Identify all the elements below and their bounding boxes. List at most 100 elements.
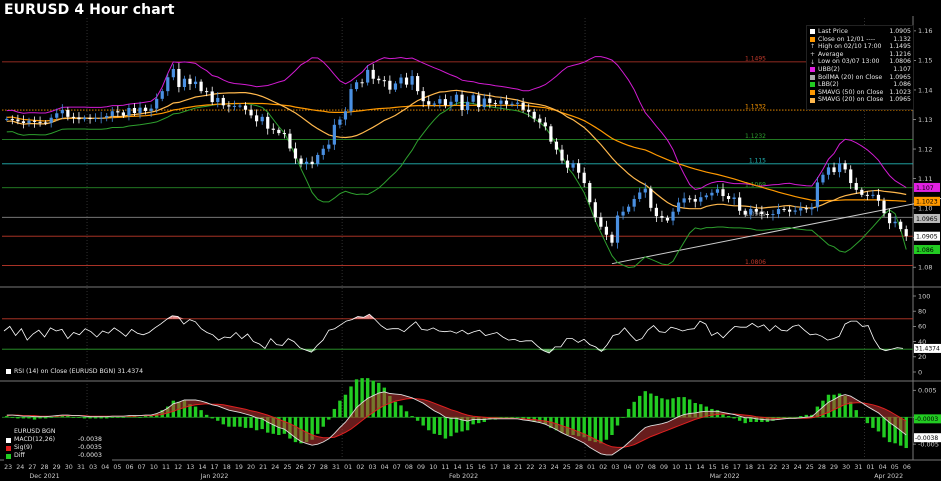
candle-body-141 <box>788 209 792 212</box>
macd-histogram-bar-14 <box>82 417 87 419</box>
candle-body-9 <box>55 113 59 118</box>
x-tick-label-64: 23 <box>781 464 789 471</box>
candle-body-150 <box>837 163 842 173</box>
rsi-line <box>3 313 904 354</box>
price-legend-row: BollMA (20) on Close 1.0965 <box>810 74 911 82</box>
legend-value: -0.0038 <box>78 436 102 443</box>
candle-body-113 <box>632 198 636 207</box>
legend-swatch <box>810 74 815 80</box>
macd-histogram-bar-157 <box>876 417 881 432</box>
macd-histogram-bar-141 <box>787 417 792 418</box>
legend-value: -0.0003 <box>78 452 102 459</box>
candle-body-112 <box>627 206 631 212</box>
candle-body-32 <box>182 78 187 87</box>
candle-body-48 <box>271 128 275 130</box>
candle-body-52 <box>293 148 298 159</box>
x-tick-label-31: 04 <box>381 464 389 471</box>
x-tick-label-35: 10 <box>429 464 437 471</box>
x-tick-label-18: 18 <box>223 464 231 471</box>
macd-histogram-bar-13 <box>77 417 81 418</box>
legend-label: Close on 12/01 ---- <box>818 35 876 43</box>
chart-canvas: 1.14951.13321.12321.1151.10691.09691.080… <box>0 16 941 480</box>
legend-label: LBB(2) <box>818 81 839 89</box>
candle-body-75 <box>421 91 425 102</box>
legend-label: Sig(9) <box>14 444 33 451</box>
macd-legend-row: Diff -0.0003 <box>6 452 110 460</box>
x-tick-label-70: 31 <box>854 464 862 471</box>
candle-body-111 <box>621 211 625 216</box>
x-tick-label-71: 01 <box>866 464 874 471</box>
x-tick-label-8: 04 <box>101 464 109 471</box>
candle-body-54 <box>304 161 309 164</box>
macd-legend-row: MACD(12,26) -0.0038 <box>6 436 110 444</box>
x-tick-label-45: 24 <box>551 464 559 471</box>
candle-body-110 <box>615 215 620 243</box>
x-tick-label-26: 28 <box>320 464 328 471</box>
macd-histogram-bar-58 <box>327 417 331 420</box>
candle-body-158 <box>882 200 886 214</box>
macd-last-tag-label: -0.0038 <box>915 435 938 442</box>
candle-body-71 <box>399 77 403 84</box>
candle-body-144 <box>804 208 808 210</box>
candle-body-96 <box>538 118 542 123</box>
x-tick-label-52: 07 <box>636 464 644 471</box>
macd-histogram-bar-11 <box>66 416 70 418</box>
candle-body-36 <box>205 91 209 93</box>
candle-body-12 <box>71 116 76 118</box>
candle-body-19 <box>110 111 114 116</box>
candle-body-49 <box>277 129 281 134</box>
candle-body-130 <box>726 196 731 199</box>
legend-value: 1.1216 <box>889 50 911 58</box>
x-tick-label-14: 12 <box>174 464 182 471</box>
x-tick-label-61: 18 <box>745 464 753 471</box>
candle-body-159 <box>887 213 892 224</box>
x-tick-label-65: 24 <box>794 464 802 471</box>
x-tick-label-21: 21 <box>259 464 267 471</box>
macd-histogram-bar-38 <box>216 417 220 421</box>
candle-body-29 <box>166 77 170 92</box>
legend-value: 1.1495 <box>889 43 911 51</box>
candle-body-91 <box>510 103 514 105</box>
candle-body-136 <box>760 211 764 215</box>
macd-histogram-bar-108 <box>604 417 609 440</box>
macd-histogram-bar-111 <box>621 417 625 418</box>
legend-label: SMAVG (50) on Close <box>818 88 884 96</box>
candle-body-89 <box>499 100 503 104</box>
macd-histogram-bar-56 <box>315 417 320 434</box>
legend-value: 1.0965 <box>889 96 911 104</box>
x-tick-label-56: 11 <box>684 464 692 471</box>
x-tick-label-54: 09 <box>660 464 668 471</box>
x-tick-label-20: 20 <box>247 464 255 471</box>
legend-swatch <box>6 445 11 451</box>
candle-body-38 <box>216 97 220 103</box>
x-tick-label-46: 25 <box>563 464 571 471</box>
x-tick-label-11: 07 <box>138 464 146 471</box>
x-tick-label-72: 04 <box>879 464 887 471</box>
candle-body-55 <box>310 161 314 165</box>
x-tick-label-68: 29 <box>830 464 838 471</box>
candle-body-70 <box>393 83 398 90</box>
x-tick-label-3: 28 <box>41 464 49 471</box>
axis-tag-label-0: 1.107 <box>916 185 934 192</box>
macd-histogram-bar-36 <box>204 414 209 418</box>
legend-value: 1.0806 <box>889 58 911 66</box>
x-tick-label-10: 06 <box>126 464 134 471</box>
candle-body-62 <box>349 89 353 112</box>
candle-body-51 <box>288 133 292 149</box>
x-month-label-3: Mar 2022 <box>710 473 740 480</box>
legend-value: 1.0965 <box>889 73 911 81</box>
candle-body-88 <box>493 102 497 104</box>
macd-histogram-bar-131 <box>732 417 736 419</box>
candle-body-28 <box>160 91 164 99</box>
candle-body-4 <box>27 120 31 124</box>
legend-swatch <box>810 97 815 103</box>
candle-body-65 <box>366 69 370 83</box>
candle-body-78 <box>438 99 442 104</box>
x-tick-label-36: 11 <box>441 464 449 471</box>
x-tick-label-19: 19 <box>235 464 243 471</box>
candle-body-83 <box>466 101 470 111</box>
x-tick-label-51: 04 <box>624 464 632 471</box>
candle-body-145 <box>810 207 814 210</box>
macd-histogram-bar-21 <box>121 417 126 418</box>
macd-histogram-bar-117 <box>654 395 659 418</box>
